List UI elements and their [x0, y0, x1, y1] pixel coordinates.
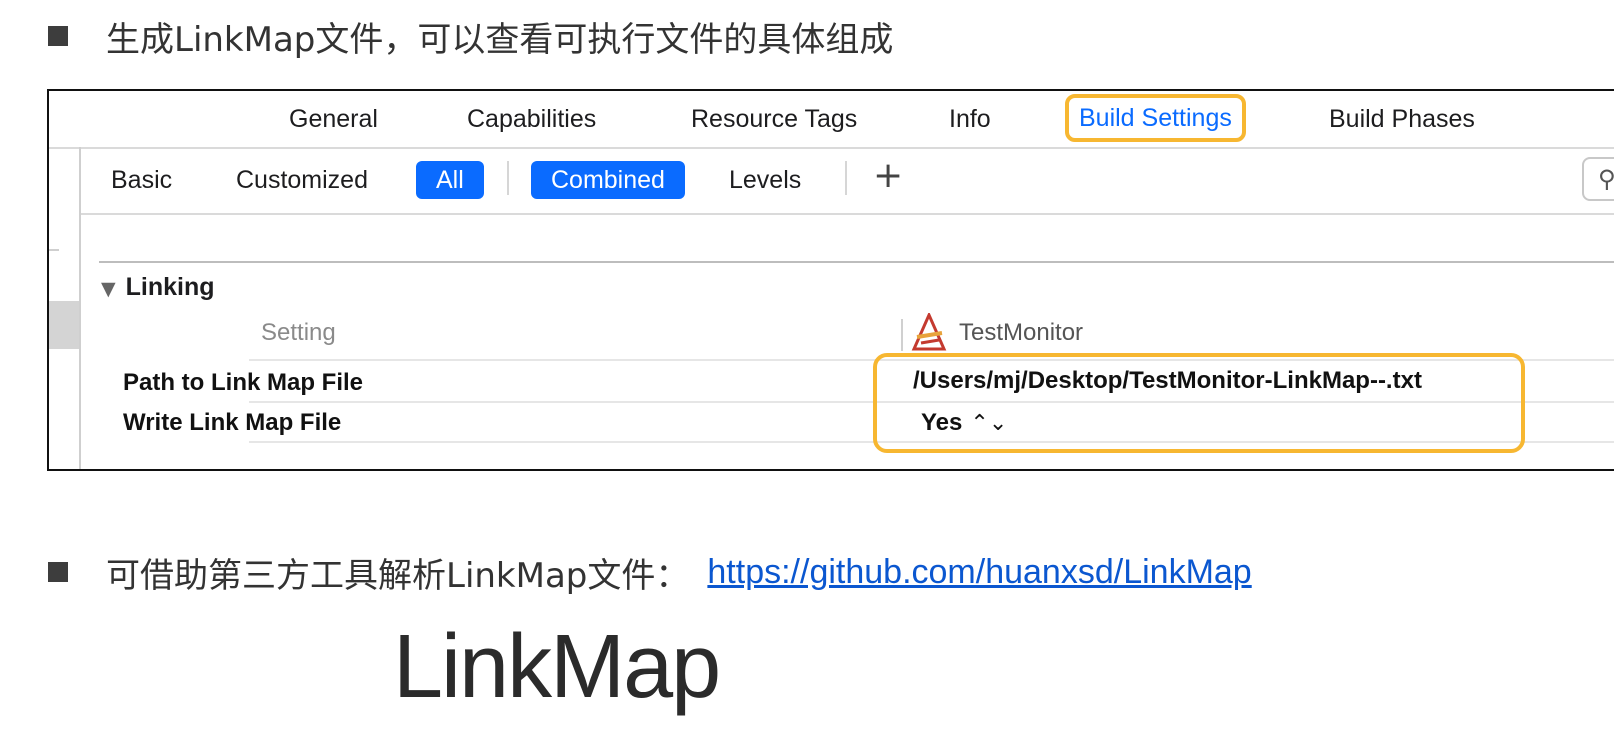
xcode-build-settings-panel: General Capabilities Resource Tags Info … — [47, 89, 1614, 471]
sidebar-tick — [49, 249, 59, 251]
filter-levels[interactable]: Levels — [729, 161, 801, 199]
bullet-square-icon — [48, 26, 68, 46]
value-highlight-box — [873, 353, 1525, 453]
search-icon: ⚲⌄ — [1598, 165, 1614, 193]
column-separator — [901, 319, 903, 351]
filter-combined[interactable]: Combined — [531, 161, 685, 199]
sidebar-selection — [49, 301, 79, 349]
section-title: Linking — [125, 273, 215, 301]
filter-divider — [845, 161, 847, 195]
github-link[interactable]: https://github.com/huanxsd/LinkMap — [707, 553, 1251, 592]
disclosure-triangle-icon[interactable]: ▼ — [101, 278, 116, 300]
linkmap-title: LinkMap — [393, 617, 721, 717]
tab-resource-tags[interactable]: Resource Tags — [691, 101, 857, 137]
bullet-text: 可借助第三方工具解析LinkMap文件： — [106, 555, 690, 596]
bullet-square-icon — [48, 562, 68, 582]
setting-label-write-link-map[interactable]: Write Link Map File — [123, 409, 341, 437]
bullet-item-2: 可借助第三方工具解析LinkMap文件： https://github.com/… — [48, 548, 1252, 596]
tab-build-phases[interactable]: Build Phases — [1329, 101, 1475, 137]
tab-capabilities[interactable]: Capabilities — [467, 101, 596, 137]
filter-divider — [507, 161, 509, 195]
filter-basic[interactable]: Basic — [111, 161, 172, 199]
linking-section-header[interactable]: ▼ Linking — [101, 273, 215, 302]
bullet-text: 生成LinkMap文件，可以查看可执行文件的具体组成 — [106, 19, 894, 60]
search-field[interactable]: ⚲⌄ — [1582, 157, 1614, 201]
xcode-app-icon — [911, 313, 947, 351]
column-header-target[interactable]: TestMonitor — [959, 319, 1083, 347]
filter-customized[interactable]: Customized — [236, 161, 368, 199]
tab-general[interactable]: General — [289, 101, 378, 137]
setting-label-path-to-link-map[interactable]: Path to Link Map File — [123, 369, 363, 397]
tab-build-settings[interactable]: Build Settings — [1065, 94, 1246, 142]
project-tab-bar: General Capabilities Resource Tags Info … — [49, 91, 1614, 149]
section-divider — [99, 261, 1614, 263]
bullet-item-1: 生成LinkMap文件，可以查看可执行文件的具体组成 — [48, 12, 893, 60]
column-header-setting[interactable]: Setting — [261, 319, 336, 347]
filter-all[interactable]: All — [416, 161, 484, 199]
add-setting-button[interactable]: + — [873, 155, 903, 196]
settings-filter-bar: Basic Customized All Combined Levels + ⚲… — [81, 147, 1614, 215]
tab-info[interactable]: Info — [949, 101, 991, 137]
